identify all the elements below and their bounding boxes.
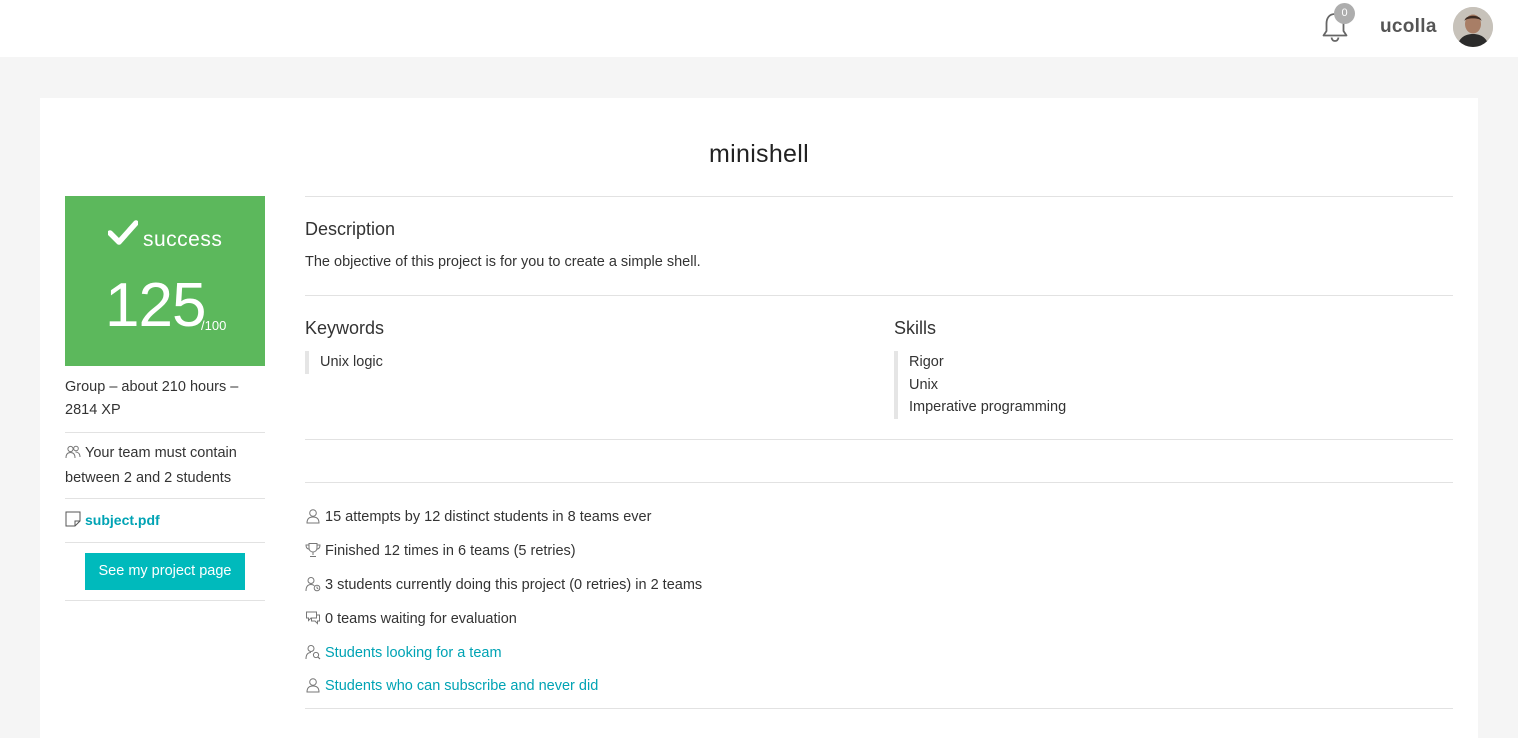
project-status-box: success 125 /100	[65, 196, 265, 366]
user-icon	[306, 678, 320, 693]
divider	[305, 439, 1453, 440]
top-bar	[0, 0, 1518, 57]
user-search-icon	[305, 645, 321, 660]
stat-in-progress: 3 students currently doing this project …	[305, 574, 702, 596]
document-icon	[65, 511, 81, 535]
skills-heading: Skills	[894, 318, 937, 338]
team-icon	[65, 444, 81, 467]
trophy-icon	[305, 543, 321, 557]
subject-attachment: subject.pdf	[65, 509, 265, 535]
students-can-subscribe-link[interactable]: Students who can subscribe and never did	[325, 678, 598, 694]
username[interactable]: ucolla	[1380, 16, 1437, 38]
user-working-icon	[305, 577, 321, 592]
divider	[305, 295, 1453, 296]
project-meta: Group – about 210 hours – 2814 XP	[65, 379, 239, 418]
keyword-item: Unix logic	[320, 354, 383, 370]
skills-list: Rigor Unix Imperative programming	[894, 351, 1066, 419]
divider	[305, 482, 1453, 483]
checkmark-icon	[107, 218, 139, 248]
team-size-rule-text: Your team must contain between 2 and 2 s…	[65, 445, 237, 486]
speech-bubbles-icon	[306, 611, 320, 625]
stat-can-subscribe: Students who can subscribe and never did	[305, 675, 598, 697]
stat-finished-text: Finished 12 times in 6 teams (5 retries)	[325, 543, 576, 559]
notifications-count-badge: 0	[1334, 3, 1355, 24]
divider	[305, 196, 1453, 197]
divider	[65, 498, 265, 499]
keywords-heading: Keywords	[305, 318, 385, 338]
stat-attempts: 15 attempts by 12 distinct students in 8…	[305, 506, 651, 528]
students-looking-for-team-link[interactable]: Students looking for a team	[325, 645, 502, 661]
description-text: The objective of this project is for you…	[305, 254, 701, 270]
stat-attempts-text: 15 attempts by 12 distinct students in 8…	[325, 509, 652, 525]
skill-item: Rigor	[909, 354, 944, 370]
keywords-list: Unix logic	[305, 351, 383, 374]
status-label: success	[143, 228, 223, 251]
final-score: 125	[105, 271, 206, 340]
stat-looking-for-team: Students looking for a team	[305, 642, 502, 664]
subject-pdf-link[interactable]: subject.pdf	[85, 512, 160, 528]
skill-item: Unix	[909, 376, 939, 393]
stat-waiting-evaluation-text: 0 teams waiting for evaluation	[325, 611, 517, 627]
user-avatar[interactable]	[1453, 7, 1493, 47]
stat-in-progress-text: 3 students currently doing this project …	[325, 577, 703, 593]
project-title: minishell	[709, 140, 809, 168]
team-size-rule: Your team must contain between 2 and 2 s…	[65, 442, 265, 490]
divider	[65, 432, 265, 433]
stat-finished: Finished 12 times in 6 teams (5 retries)	[305, 540, 576, 562]
see-project-page-button[interactable]: See my project page	[85, 553, 245, 590]
divider	[305, 708, 1453, 709]
divider	[65, 542, 265, 543]
description-heading: Description	[305, 219, 396, 239]
max-score: /100	[201, 318, 227, 333]
stat-waiting-evaluation: 0 teams waiting for evaluation	[305, 608, 517, 630]
skill-item: Imperative programming	[909, 399, 1067, 415]
divider	[65, 600, 265, 601]
user-icon	[306, 509, 320, 524]
